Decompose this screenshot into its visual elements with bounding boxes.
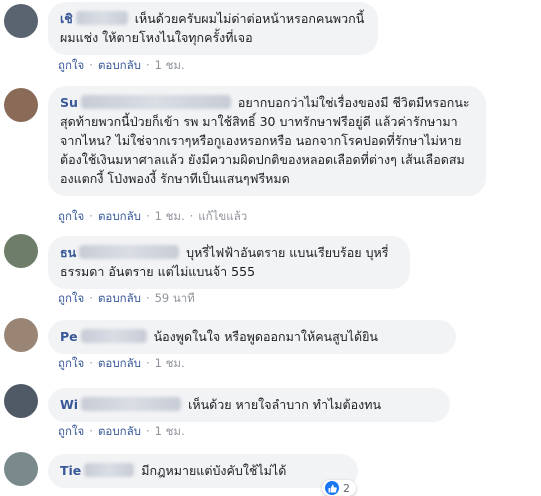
avatar[interactable] xyxy=(4,88,38,122)
comment-actions: ถูกใจ · ตอบกลับ · 1 ชม. xyxy=(58,424,185,438)
comment-bubble: Su อยากบอกว่าไม่ใช่เรื่องของมี ชีวิตมีหร… xyxy=(48,86,486,196)
redacted-name xyxy=(75,11,128,25)
avatar[interactable] xyxy=(4,452,38,486)
reply-link[interactable]: ตอบกลับ xyxy=(98,209,141,223)
redacted-name xyxy=(80,329,147,343)
commenter-name[interactable]: Tie xyxy=(60,463,137,478)
commenter-name[interactable]: Pe xyxy=(60,329,150,344)
redacted-name xyxy=(79,245,180,259)
like-link[interactable]: ถูกใจ xyxy=(58,356,84,370)
commenter-name[interactable]: Wi xyxy=(60,397,184,412)
reply-link[interactable]: ตอบกลับ xyxy=(98,291,141,305)
comment-bubble: Wi เห็นด้วย หายใจลำบาก ทำไมต้องทน xyxy=(48,388,450,422)
timestamp[interactable]: 1 ชม. xyxy=(155,424,185,438)
comment-text: เห็นด้วย หายใจลำบาก ทำไมต้องทน xyxy=(188,397,382,412)
reply-link[interactable]: ตอบกลับ xyxy=(98,356,141,370)
comment-bubble: Pe น้องพูดในใจ หรือพูดออกมาให้คนสูบได้ยิ… xyxy=(48,320,456,354)
timestamp[interactable]: 1 ชม. xyxy=(155,209,185,223)
commenter-name[interactable]: Su xyxy=(60,95,234,110)
timestamp[interactable]: 1 ชม. xyxy=(155,356,185,370)
like-link[interactable]: ถูกใจ xyxy=(58,424,84,438)
commenter-name[interactable]: ธน xyxy=(60,245,182,260)
comment-text: มีกฎหมายแต่บังคับใช้ไม่ได้ xyxy=(141,463,287,478)
avatar[interactable] xyxy=(4,318,38,352)
timestamp[interactable]: 1 ชม. xyxy=(155,58,185,72)
comment-text: น้องพูดในใจ หรือพูดออกมาให้คนสูบได้ยิน xyxy=(153,329,378,344)
comment-actions: ถูกใจ · ตอบกลับ · 1 ชม. xyxy=(58,58,185,72)
like-link[interactable]: ถูกใจ xyxy=(58,291,84,305)
redacted-name xyxy=(84,463,135,477)
avatar[interactable] xyxy=(4,4,38,38)
comment-bubble: เชิ เห็นด้วยครับผมไม่ด่าต่อหน้าหรอกคนพวก… xyxy=(48,2,378,55)
redacted-name xyxy=(81,397,182,411)
reply-link[interactable]: ตอบกลับ xyxy=(98,58,141,72)
avatar[interactable] xyxy=(4,384,38,418)
reaction-summary[interactable]: 2 xyxy=(322,480,356,496)
like-link[interactable]: ถูกใจ xyxy=(58,209,84,223)
edited-label[interactable]: แก้ไขแล้ว xyxy=(198,209,247,223)
like-link[interactable]: ถูกใจ xyxy=(58,58,84,72)
redacted-name xyxy=(80,95,231,109)
thumbs-up-icon xyxy=(325,481,339,495)
comment-actions: ถูกใจ · ตอบกลับ · 1 ชม. · แก้ไขแล้ว xyxy=(58,209,248,223)
commenter-name[interactable]: เชิ xyxy=(60,11,131,26)
comment-bubble: ธน บุหรี่ไฟฟ้าอันตราย แบนเรียบร้อย บุหรี… xyxy=(48,236,410,289)
avatar[interactable] xyxy=(4,234,38,268)
reply-link[interactable]: ตอบกลับ xyxy=(98,424,141,438)
comment-actions: ถูกใจ · ตอบกลับ · 1 ชม. xyxy=(58,356,185,370)
timestamp[interactable]: 59 นาที xyxy=(155,291,195,305)
reaction-count: 2 xyxy=(343,481,350,495)
comment-actions: ถูกใจ · ตอบกลับ · 59 นาที xyxy=(58,291,195,305)
comment-bubble: Tie มีกฎหมายแต่บังคับใช้ไม่ได้ xyxy=(48,454,358,488)
